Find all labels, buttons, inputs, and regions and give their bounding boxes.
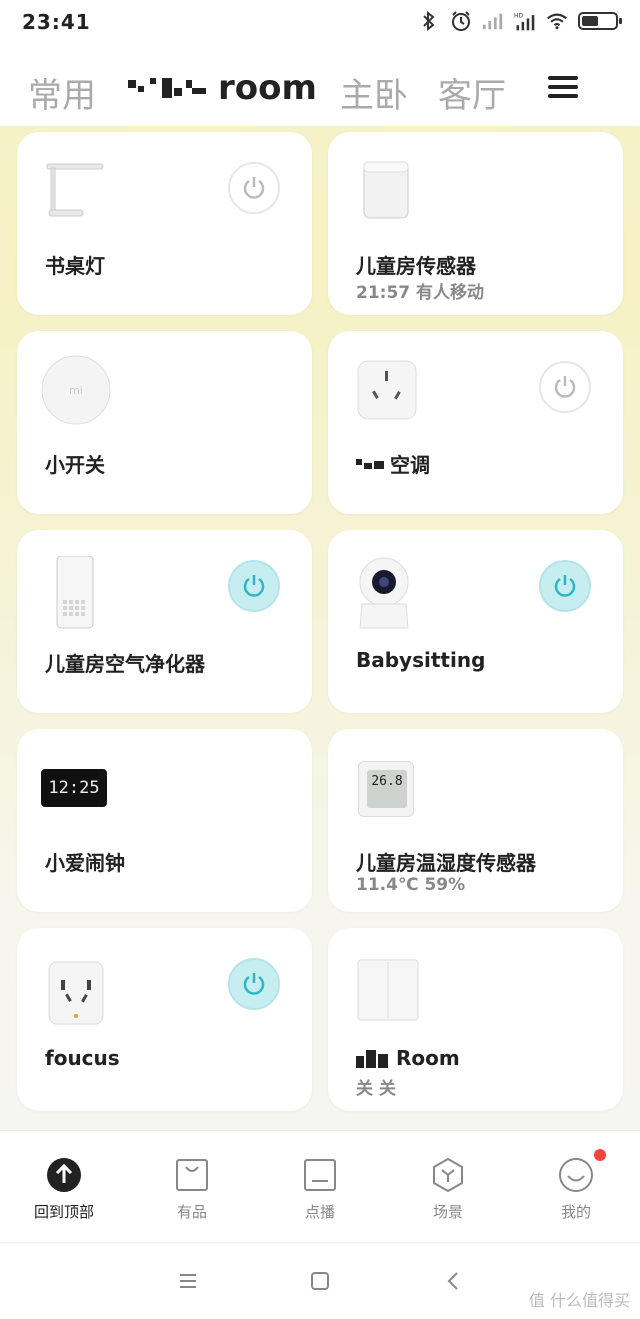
nav-back-to-top[interactable]: 回到顶部 xyxy=(14,1157,114,1222)
power-icon xyxy=(554,376,576,398)
device-name: 儿童房传感器 xyxy=(356,254,476,278)
device-card[interactable]: 书桌灯 xyxy=(17,132,312,315)
notification-badge xyxy=(594,1149,606,1161)
device-name: 书桌灯 xyxy=(45,254,105,278)
battery-icon xyxy=(578,12,622,30)
home-icon[interactable] xyxy=(308,1269,332,1293)
power-icon xyxy=(243,177,265,199)
recent-apps-icon[interactable] xyxy=(176,1269,200,1293)
alarm-clock-icon: 12:25 xyxy=(41,769,111,809)
nav-vod[interactable]: 点播 xyxy=(270,1157,370,1222)
svg-text:mi: mi xyxy=(69,384,83,397)
scene-icon xyxy=(430,1157,466,1193)
nav-label: 有品 xyxy=(176,1203,207,1221)
air-purifier-icon xyxy=(43,555,113,629)
smart-plug-icon xyxy=(354,357,424,427)
status-time: 23:41 xyxy=(22,10,91,34)
device-card[interactable]: 儿童房传感器 21:57 有人移动 xyxy=(328,132,623,315)
status-icons: HD xyxy=(418,10,622,32)
tab-room[interactable]: room xyxy=(128,68,317,108)
device-card[interactable]: 12:25 小爱闹钟 xyxy=(17,729,312,912)
wall-switch-icon xyxy=(356,958,420,1022)
power-icon xyxy=(554,575,576,597)
back-to-top-icon xyxy=(46,1157,82,1193)
menu-icon[interactable] xyxy=(548,76,578,98)
device-card[interactable]: foucus xyxy=(17,928,312,1111)
wireless-switch-icon: mi xyxy=(39,353,111,425)
nav-label: 回到顶部 xyxy=(33,1203,94,1221)
bluetooth-icon xyxy=(418,10,440,32)
pixelated-room-name xyxy=(128,74,208,102)
pixelated-name-prefix xyxy=(356,458,384,469)
device-card[interactable]: 空调 xyxy=(328,331,623,514)
power-button[interactable] xyxy=(539,560,591,612)
nav-profile[interactable]: 我的 xyxy=(526,1149,626,1222)
power-button[interactable] xyxy=(228,958,280,1010)
device-name: 儿童房温湿度传感器 xyxy=(356,851,536,875)
bottom-nav: 回到顶部 有品 点播 场景 我的 xyxy=(0,1130,640,1242)
tab-room-label: room xyxy=(218,68,317,108)
device-name: Room xyxy=(356,1046,460,1070)
tab-master-bedroom[interactable]: 主卧 xyxy=(340,68,408,117)
profile-smile-icon xyxy=(558,1149,606,1193)
device-name: 小爱闹钟 xyxy=(45,851,125,875)
device-name: 空调 xyxy=(356,449,430,478)
nav-label: 场景 xyxy=(432,1203,463,1221)
system-nav-bar: 值 什么值得买 xyxy=(0,1242,640,1319)
device-card[interactable]: mi 小开关 xyxy=(17,331,312,514)
back-icon[interactable] xyxy=(442,1269,466,1293)
sensor-display: 26.8 xyxy=(371,774,403,789)
nav-label: 我的 xyxy=(560,1203,591,1221)
tab-living-room[interactable]: 客厅 xyxy=(438,68,506,117)
device-name: 小开关 xyxy=(45,453,105,477)
power-strip-icon xyxy=(47,960,107,1026)
nav-scene[interactable]: 场景 xyxy=(398,1157,498,1222)
device-status: 关 关 xyxy=(356,1079,396,1099)
motion-sensor-icon xyxy=(354,158,424,228)
svg-text:HD: HD xyxy=(514,14,523,20)
device-status: 11.4℃ 59% xyxy=(356,875,466,895)
status-bar: 23:41 HD xyxy=(0,0,640,46)
pixelated-name-prefix xyxy=(356,1050,388,1068)
clock-display: 12:25 xyxy=(48,778,100,798)
watermark: 值 什么值得买 xyxy=(528,1291,630,1310)
device-name: 儿童房空气净化器 xyxy=(45,652,205,676)
device-card[interactable]: 儿童房空气净化器 xyxy=(17,530,312,713)
device-card[interactable]: Babysitting xyxy=(328,530,623,713)
device-card[interactable]: Room 关 关 xyxy=(328,928,623,1111)
signal-icon xyxy=(482,10,504,32)
device-status: 21:57 有人移动 xyxy=(356,283,485,303)
shopping-bag-icon xyxy=(174,1157,210,1193)
device-name-text: Room xyxy=(396,1046,460,1070)
hd-signal-icon: HD xyxy=(514,10,536,32)
desk-lamp-icon xyxy=(43,158,113,228)
power-button[interactable] xyxy=(228,560,280,612)
device-card[interactable]: 26.8 儿童房温湿度传感器 11.4℃ 59% xyxy=(328,729,623,912)
power-button[interactable] xyxy=(539,361,591,413)
room-tabbar: 常用 room 主卧 客厅 xyxy=(0,46,640,126)
tab-common[interactable]: 常用 xyxy=(28,68,96,117)
power-icon xyxy=(243,973,265,995)
device-name-text: 空调 xyxy=(390,453,430,477)
power-icon xyxy=(243,575,265,597)
vod-icon xyxy=(302,1157,338,1193)
thermometer-icon: 26.8 xyxy=(358,761,416,819)
device-name: Babysitting xyxy=(356,648,486,672)
nav-youpin[interactable]: 有品 xyxy=(142,1157,242,1222)
device-name: foucus xyxy=(45,1046,120,1070)
nav-label: 点播 xyxy=(304,1203,335,1221)
power-button[interactable] xyxy=(228,162,280,214)
wifi-icon xyxy=(546,10,568,32)
camera-icon xyxy=(354,556,424,629)
alarm-icon xyxy=(450,10,472,32)
